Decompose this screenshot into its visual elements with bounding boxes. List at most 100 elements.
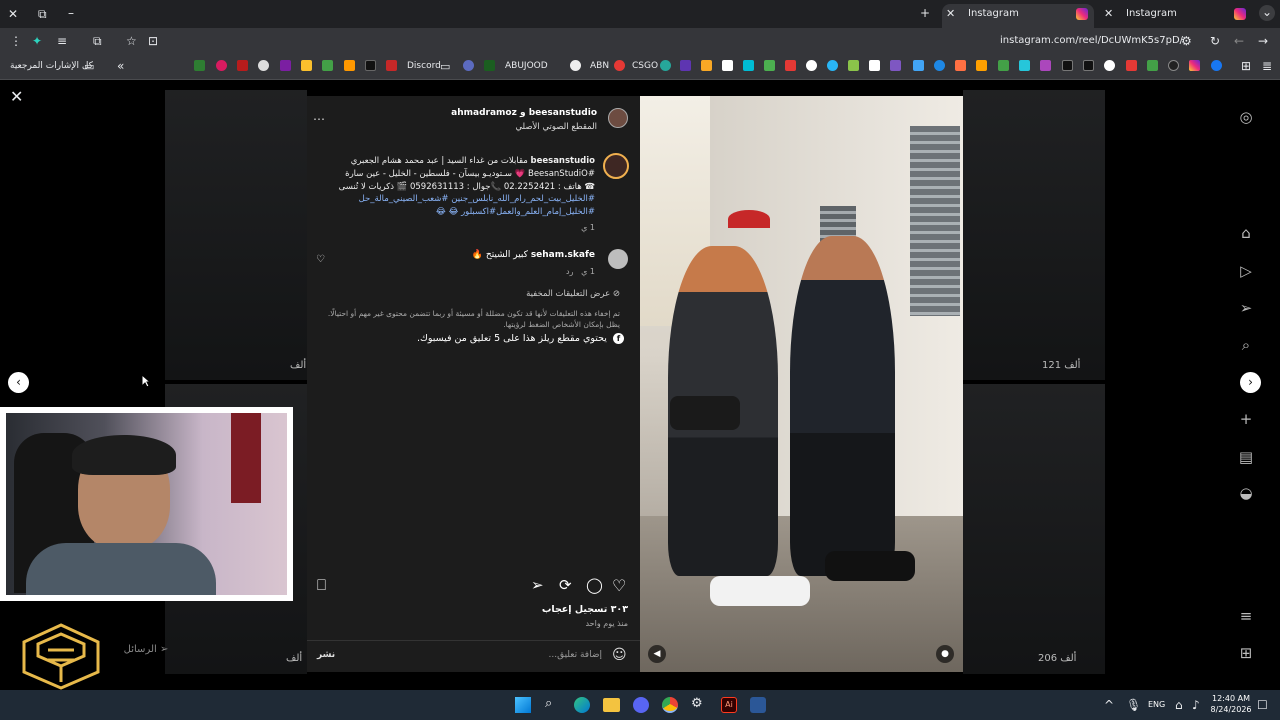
threads-icon[interactable] [1168,60,1179,71]
site-settings-icon[interactable]: ⚙ [1181,34,1192,48]
bookmark-icon[interactable] [848,60,859,71]
bookmark-icon[interactable] [386,60,397,71]
tab-instagram-active[interactable]: ✕ Instagram [942,4,1094,28]
close-viewer-icon[interactable]: ✕ [10,89,23,105]
app-icon[interactable]: ⚙ [691,697,703,711]
bookmark-csgo[interactable]: CSGO [632,61,658,71]
reels-icon[interactable]: ▷ [1237,262,1255,280]
prev-reel-button[interactable]: ‹ [8,372,29,393]
caption-hashtags[interactable]: #الخليل_إمام_العلم_والعمل#اكسبلور 😂 😂 [436,207,595,217]
audio-label[interactable]: المقطع الصوتي الأصلي [515,122,597,132]
mute-icon[interactable]: ◀ [648,645,666,663]
reply-link[interactable]: رد [566,267,573,276]
instagram-icon[interactable] [1189,60,1200,71]
bookmark-icon[interactable] [258,60,269,71]
bookmark-icon[interactable] [680,60,691,71]
tagged-people-icon[interactable]: ● [936,645,954,663]
reading-list-icon[interactable]: ≡ [57,34,67,48]
bookmarks-menu-icon[interactable]: ≣ [1262,59,1272,73]
search-icon[interactable]: ⌕ [545,697,552,711]
bookmark-icon[interactable] [976,60,987,71]
home-icon[interactable]: ⌂ [1237,224,1255,242]
bookmark-icon[interactable] [660,60,671,71]
bookmark-icon[interactable] [463,60,474,71]
comment-input[interactable]: إضافة تعليق... [548,650,602,660]
bookmark-icon[interactable] [785,60,796,71]
bookmark-icon[interactable] [722,60,733,71]
post-authors[interactable]: beesanstudio و ahmadramoz [451,108,597,118]
bookmark-icon[interactable] [806,60,817,71]
forward-icon[interactable]: ← [1234,34,1244,48]
like-comment-icon[interactable]: ♡ [316,254,325,265]
avatar[interactable] [608,108,628,128]
bookmark-icon[interactable] [869,60,880,71]
bookmark-star-icon[interactable]: ☆ [126,34,137,48]
edge-icon[interactable] [574,697,590,713]
close-window-icon[interactable]: ✕ [8,7,18,21]
extension-icon[interactable]: ✦ [32,34,42,48]
all-bookmarks[interactable]: كل الإشارات المرجعية [10,61,93,71]
tab-close-icon[interactable]: ✕ [1104,4,1113,24]
clock[interactable]: 12:40 AM 8/24/2026 [1210,693,1252,715]
create-icon[interactable]: + [1237,410,1255,428]
restore-icon[interactable]: ⧉ [38,7,47,21]
file-explorer-icon[interactable] [603,698,620,712]
app-icon[interactable] [750,697,766,713]
bookmark-icon[interactable] [614,60,625,71]
apps-grid-icon[interactable]: ⊞ [1241,59,1251,73]
bookmark-icon[interactable] [1040,60,1051,71]
minimize-icon[interactable]: – [68,6,74,20]
illustrator-icon[interactable]: Ai [721,697,737,713]
network-icon[interactable]: ⌂ [1175,698,1183,712]
show-hidden-comments[interactable]: ⊘ عرض التعليقات المخفية [526,289,620,299]
tab-search-icon[interactable]: ⌄ [1259,5,1275,21]
caption-username[interactable]: beesanstudio [531,156,595,166]
bookmark-abn[interactable]: ABN [590,61,609,71]
menu-dots-icon[interactable]: ⋮ [10,34,22,48]
bookmark-icon[interactable] [934,60,945,71]
extensions-icon[interactable]: ⧉ [93,34,102,48]
start-icon[interactable] [515,697,531,713]
bookmark-icon[interactable] [1147,60,1158,71]
more-options-icon[interactable]: ⋯ [313,112,325,126]
volume-icon[interactable]: ♪ [1192,698,1200,712]
bookmark-icon[interactable] [764,60,775,71]
comment-icon[interactable]: ◯ [586,576,603,594]
discord-icon[interactable] [633,697,649,713]
x-icon[interactable] [1062,60,1073,71]
mic-icon[interactable]: 🎙 [1126,698,1141,712]
share-icon[interactable]: ➢ [531,576,544,594]
avatar[interactable] [608,249,628,269]
bookmark-icon[interactable] [216,60,227,71]
bookmark-icon[interactable] [484,60,495,71]
dashboard-icon[interactable]: ▤ [1237,448,1255,466]
like-icon[interactable]: ♡ [612,576,626,595]
notifications-icon[interactable]: ☐ [1257,698,1268,712]
more-menu-icon[interactable]: ≡ [1237,607,1255,625]
new-tab-icon[interactable]: + [920,6,930,20]
bookmark-icon[interactable] [998,60,1009,71]
avatar[interactable] [603,153,629,179]
profile-icon[interactable]: ◒ [1237,484,1255,502]
back-icon[interactable]: → [1258,34,1268,48]
bookmark-icon[interactable] [570,60,581,71]
emoji-icon[interactable]: ☺ [612,647,627,663]
tiktok-icon[interactable] [1083,60,1094,71]
bookmark-icon[interactable] [344,60,355,71]
tab-instagram[interactable]: ✕ Instagram [1100,4,1252,28]
youtube-icon[interactable] [1126,60,1137,71]
bookmark-icon[interactable] [743,60,754,71]
google-icon[interactable] [1104,60,1115,71]
caption-hashtags[interactable]: #الخليل_بيت_لحم_رام_الله_نابلس_جنين #شعب… [359,194,595,204]
search-icon[interactable]: ⌕ [1237,336,1255,354]
tray-chevron-icon[interactable]: ^ [1104,698,1114,712]
post-comment-button[interactable]: نشر [317,650,335,660]
chrome-icon[interactable] [662,697,678,713]
bookmark-icon[interactable] [322,60,333,71]
bookmark-icon[interactable] [237,60,248,71]
chevron-icon[interactable]: « [117,59,124,73]
reload-icon[interactable]: ↻ [1210,34,1220,48]
instagram-logo-icon[interactable]: ◎ [1237,108,1255,126]
bookmark-discord[interactable]: Discord [407,61,441,71]
bookmark-icon[interactable] [1019,60,1030,71]
